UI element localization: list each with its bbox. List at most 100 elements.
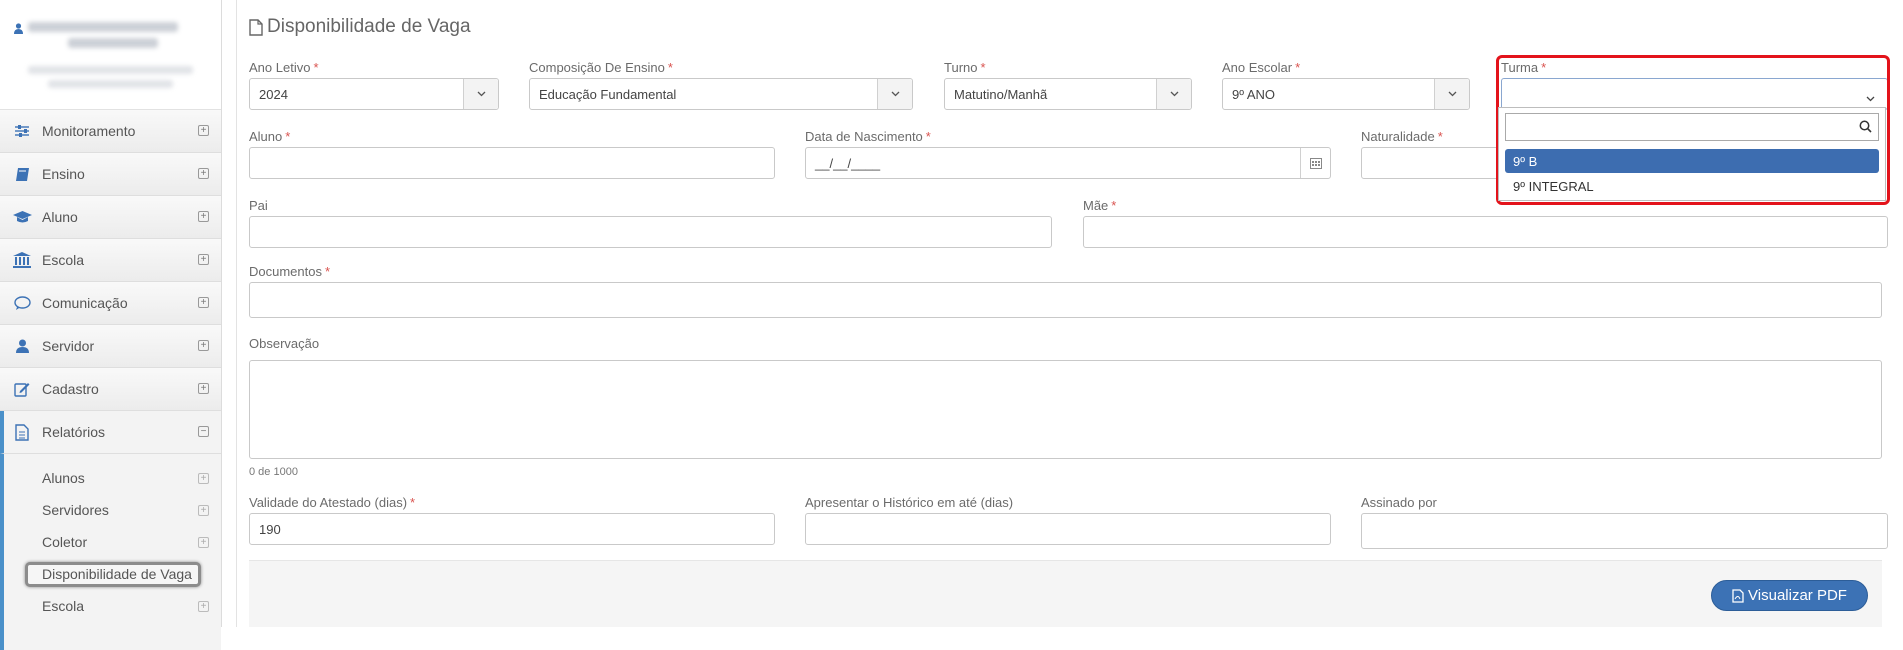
naturalidade-input[interactable] <box>1361 147 1501 179</box>
date-mask: __/__/____ <box>815 156 881 171</box>
sliders-icon <box>12 121 32 141</box>
field-label: Observação <box>249 336 320 351</box>
select-value: 2024 <box>259 87 288 102</box>
chat-bubble-icon <box>12 293 32 313</box>
field-label: Validade do Atestado (dias) * <box>249 495 416 510</box>
sidebar: Monitoramento + Ensino + Aluno + Escola … <box>0 0 222 650</box>
submenu-label: Servidores <box>42 502 109 518</box>
submenu-label: Alunos <box>42 470 85 486</box>
calendar-icon[interactable] <box>1300 148 1330 178</box>
document-icon <box>249 18 263 36</box>
aluno-input[interactable] <box>249 147 775 179</box>
institution-icon <box>12 250 32 270</box>
observacao-field: Observação <box>249 336 1882 462</box>
field-label: Composição De Ensino * <box>529 60 673 75</box>
collapse-icon: − <box>198 426 209 437</box>
documentos-input[interactable] <box>249 282 1882 318</box>
pdf-icon <box>1732 588 1744 603</box>
select-value: Matutino/Manhã <box>954 87 1048 102</box>
chevron-down-icon <box>1156 79 1191 109</box>
page-title: Disponibilidade de Vaga <box>249 16 471 38</box>
validade-input[interactable]: 190 <box>249 513 775 545</box>
user-icon <box>12 336 32 356</box>
menu-comunicacao[interactable]: Comunicação + <box>0 282 221 325</box>
button-label: Visualizar PDF <box>1748 587 1847 604</box>
expand-icon: + <box>198 340 209 351</box>
menu-label: Ensino <box>42 166 85 182</box>
form-footer: Visualizar PDF <box>249 560 1882 627</box>
expand-icon: + <box>198 297 209 308</box>
visualizar-pdf-button[interactable]: Visualizar PDF <box>1711 580 1868 611</box>
dropdown-option-9b[interactable]: 9º B <box>1505 149 1879 173</box>
character-counter: 0 de 1000 <box>249 466 298 478</box>
submenu-label: Disponibilidade de Vaga <box>25 561 201 587</box>
observacao-textarea[interactable] <box>249 360 1882 459</box>
turno-field: Turno * Matutino/Manhã <box>944 60 1192 110</box>
submenu-servidores[interactable]: Servidores + <box>4 494 221 526</box>
menu-label: Aluno <box>42 209 78 225</box>
menu-servidor[interactable]: Servidor + <box>0 325 221 368</box>
mae-field: Mãe * <box>1083 198 1888 248</box>
edit-icon <box>12 379 32 399</box>
menu-label: Cadastro <box>42 381 99 397</box>
composicao-field: Composição De Ensino * Educação Fundament… <box>529 60 913 110</box>
validade-field: Validade do Atestado (dias) * 190 <box>249 495 775 545</box>
expand-icon: + <box>198 168 209 179</box>
user-icon <box>14 22 23 37</box>
dropdown-option-9-integral[interactable]: 9º INTEGRAL <box>1505 174 1879 198</box>
pai-input[interactable] <box>249 216 1052 248</box>
turma-dropdown: 9º B 9º INTEGRAL <box>1498 107 1886 201</box>
menu-escola[interactable]: Escola + <box>0 239 221 282</box>
submenu-escola[interactable]: Escola + <box>4 590 221 622</box>
pai-field: Pai <box>249 198 1052 248</box>
naturalidade-field: Naturalidade * <box>1361 129 1501 179</box>
ano-escolar-select[interactable]: 9º ANO <box>1222 78 1470 110</box>
assinado-field: Assinado por <box>1361 495 1888 549</box>
turno-select[interactable]: Matutino/Manhã <box>944 78 1192 110</box>
expand-icon: + <box>198 383 209 394</box>
field-label: Ano Letivo * <box>249 60 319 75</box>
select-value: 9º ANO <box>1232 87 1276 102</box>
menu-label: Servidor <box>42 338 95 354</box>
submenu-label: Escola <box>42 598 85 614</box>
menu-label: Comunicação <box>42 295 128 311</box>
historico-field: Apresentar o Histórico em até (dias) <box>805 495 1331 545</box>
expand-icon: + <box>198 473 209 484</box>
data-nascimento-input[interactable]: __/__/____ <box>805 147 1331 179</box>
field-label: Pai <box>249 198 268 213</box>
menu-label: Relatórios <box>42 424 106 440</box>
ano-escolar-field: Ano Escolar * 9º ANO <box>1222 60 1470 110</box>
book-icon <box>12 164 32 184</box>
menu-ensino[interactable]: Ensino + <box>0 153 221 196</box>
submenu-disponibilidade-de-vaga[interactable]: Disponibilidade de Vaga <box>4 558 221 590</box>
submenu-label: Coletor <box>42 534 88 550</box>
submenu-coletor[interactable]: Coletor + <box>4 526 221 558</box>
menu-aluno[interactable]: Aluno + <box>0 196 221 239</box>
search-icon <box>1859 120 1872 136</box>
chevron-down-icon <box>877 79 912 109</box>
menu-monitoramento[interactable]: Monitoramento + <box>0 110 221 153</box>
composicao-select[interactable]: Educação Fundamental <box>529 78 913 110</box>
assinado-input[interactable] <box>1361 513 1888 549</box>
chevron-down-icon <box>1434 79 1469 109</box>
expand-icon: + <box>198 254 209 265</box>
documentos-field: Documentos * <box>249 264 1882 318</box>
document-icon <box>12 422 32 442</box>
dropdown-search-input[interactable] <box>1505 113 1879 141</box>
submenu-alunos[interactable]: Alunos + <box>4 462 221 494</box>
mae-input[interactable] <box>1083 216 1888 248</box>
expand-icon: + <box>198 601 209 612</box>
historico-input[interactable] <box>805 513 1331 545</box>
graduation-cap-icon <box>12 207 32 227</box>
field-label: Assinado por <box>1361 495 1437 510</box>
field-label: Aluno * <box>249 129 291 144</box>
ano-letivo-select[interactable]: 2024 <box>249 78 499 110</box>
field-label: Apresentar o Histórico em até (dias) <box>805 495 1014 510</box>
menu-label: Monitoramento <box>42 123 136 139</box>
expand-icon: + <box>198 125 209 136</box>
field-label: Data de Nascimento * <box>805 129 931 144</box>
select-value: Educação Fundamental <box>539 87 677 102</box>
menu-cadastro[interactable]: Cadastro + <box>0 368 221 411</box>
relatorios-submenu: Alunos + Servidores + Coletor + Disponib… <box>0 454 221 650</box>
menu-relatorios[interactable]: Relatórios − <box>0 411 221 454</box>
